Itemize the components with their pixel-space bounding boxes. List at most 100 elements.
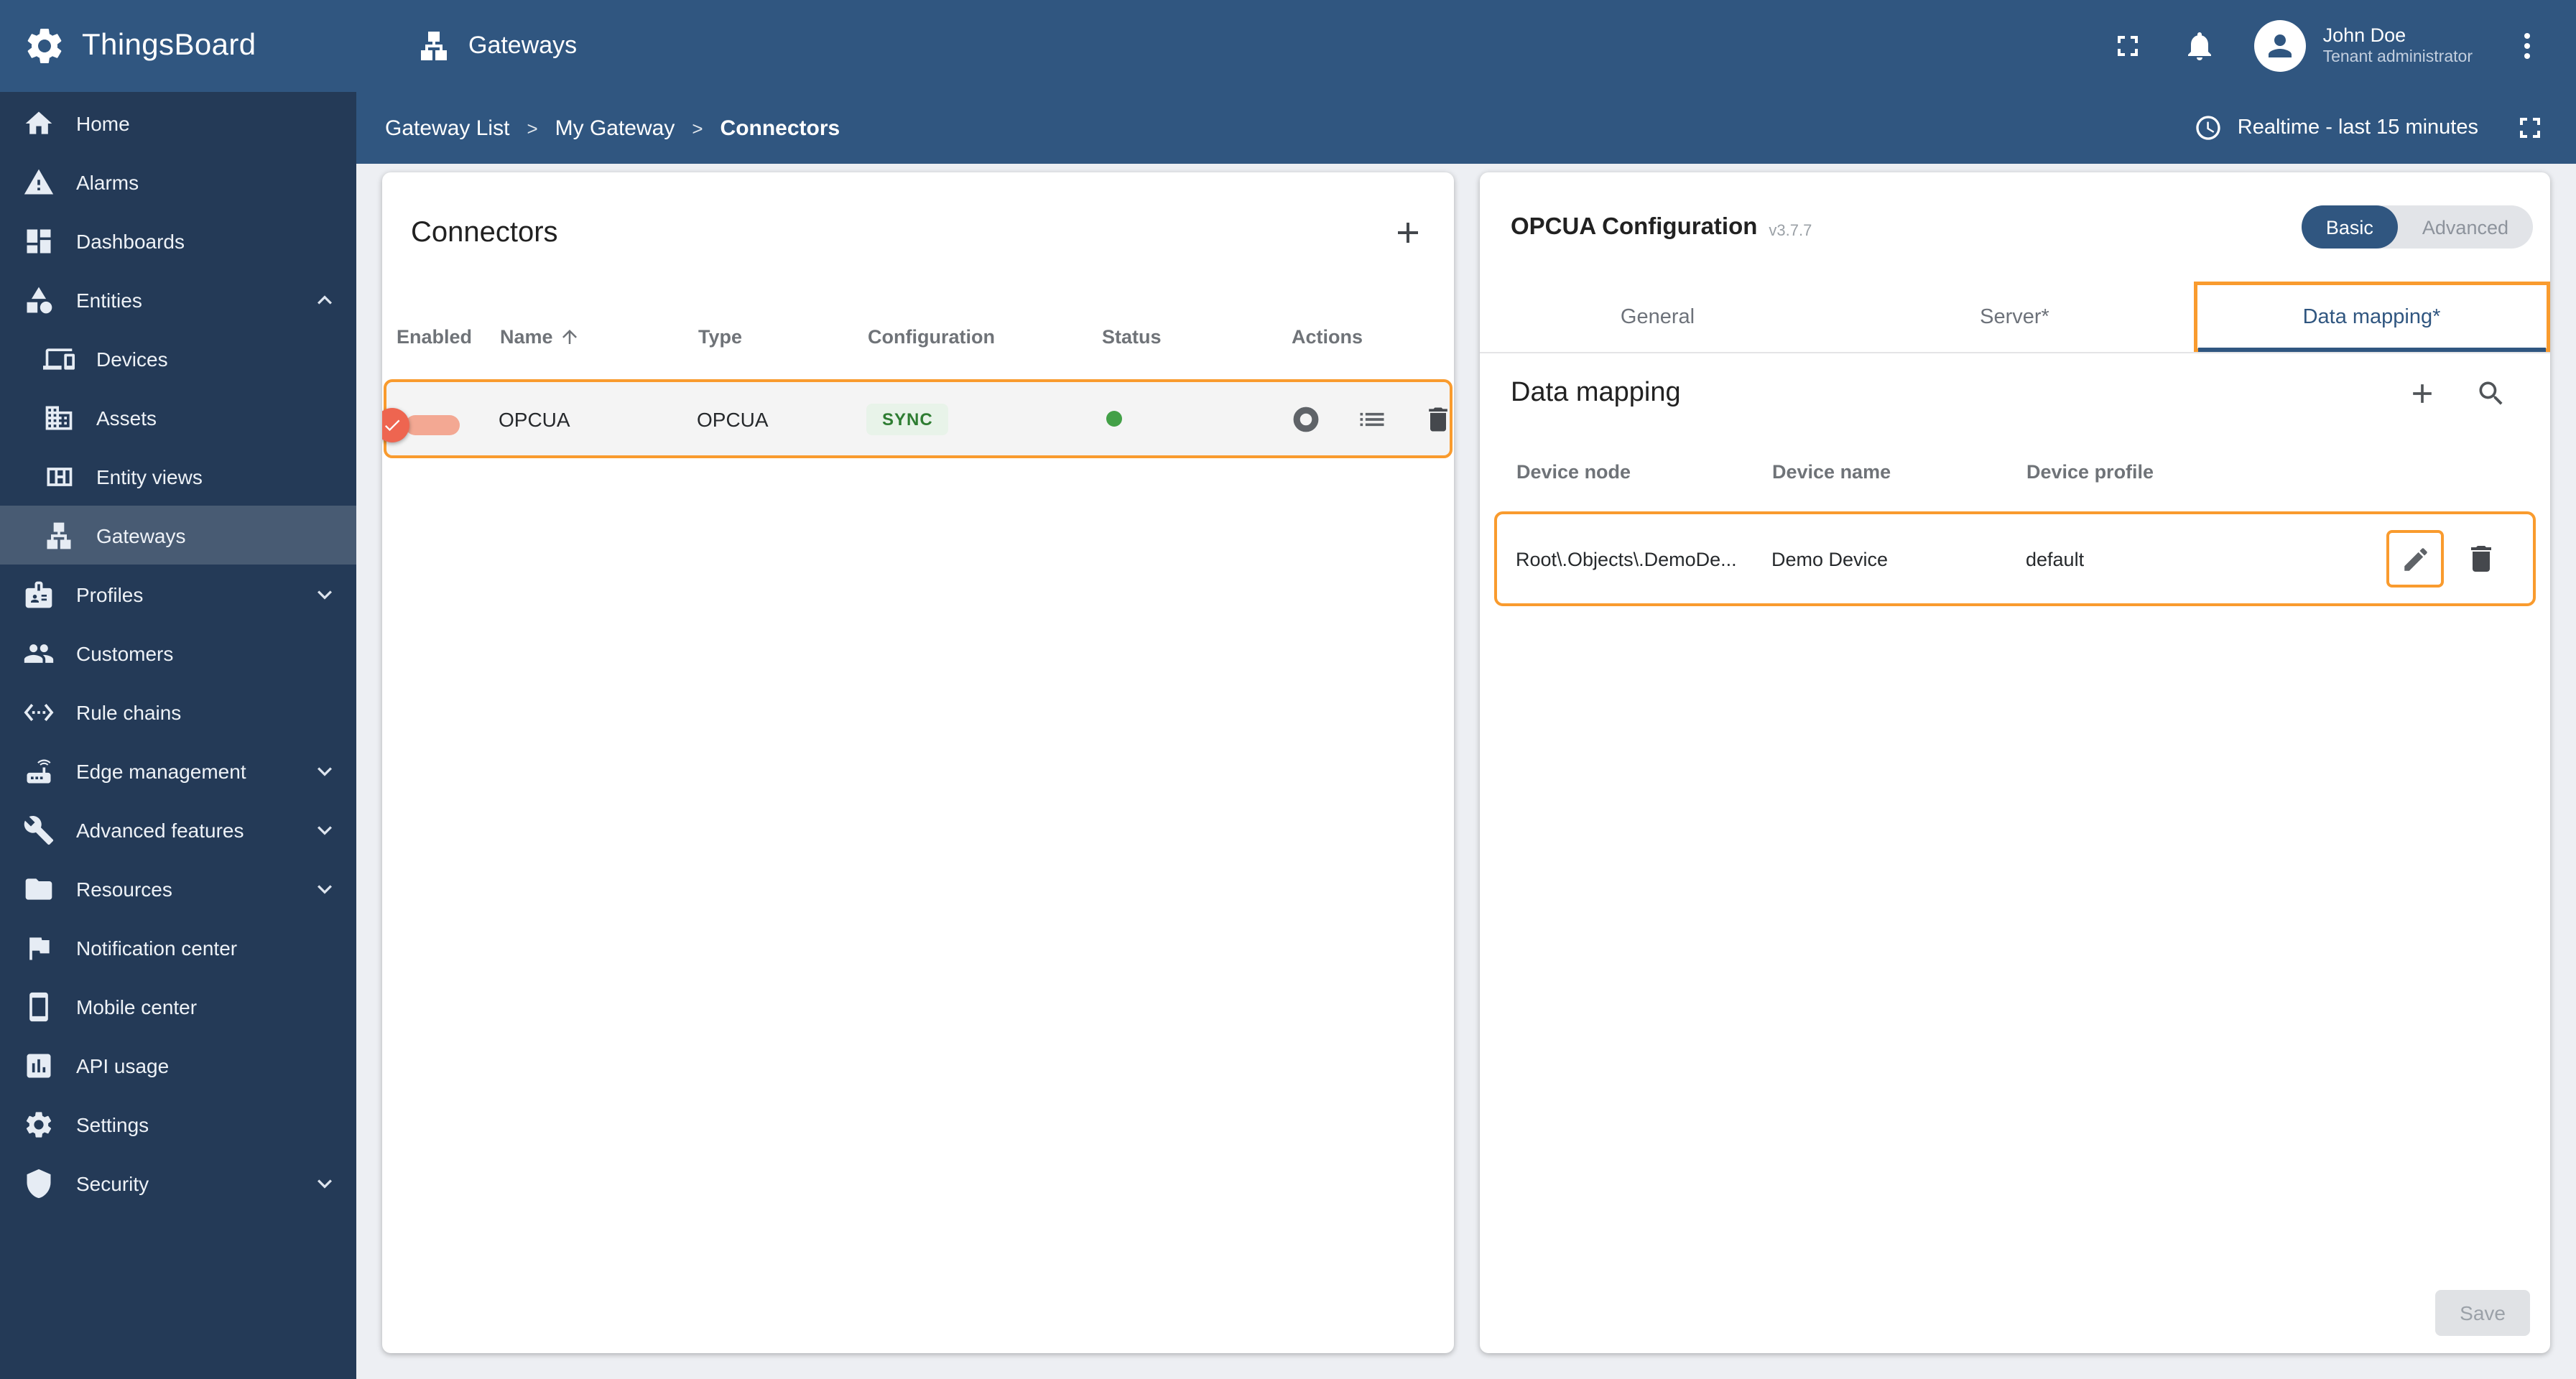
toggle-knob — [382, 407, 409, 442]
sidebar-item-dashboards[interactable]: Dashboards — [0, 211, 356, 270]
chevron-up-icon — [310, 285, 339, 314]
sidebar-item-advanced-features[interactable]: Advanced features — [0, 800, 356, 859]
top-header: ThingsBoard Gateways John Doe Tenant adm… — [0, 0, 2576, 92]
breadcrumb-my-gateway[interactable]: My Gateway — [555, 116, 675, 140]
expand-fullscreen-icon[interactable] — [2513, 111, 2547, 145]
mobile-center-icon — [23, 990, 55, 1022]
column-device-profile: Device profile — [2026, 460, 2154, 482]
notifications-bell-icon[interactable] — [2182, 29, 2217, 63]
column-device-node: Device node — [1516, 460, 1631, 482]
sidebar-item-notification-center[interactable]: Notification center — [0, 918, 356, 977]
app-logo[interactable]: ThingsBoard — [0, 24, 356, 68]
sidebar-item-alarms[interactable]: Alarms — [0, 152, 356, 211]
more-menu-icon[interactable] — [2510, 29, 2544, 63]
opcua-configuration-panel: OPCUA Configuration v3.7.7 Basic Advance… — [1479, 172, 2550, 1353]
connector-row-opcua[interactable]: OPCUA OPCUA SYNC — [382, 379, 1453, 458]
realtime-range-label: Realtime - last 15 minutes — [2237, 116, 2478, 139]
mode-advanced-button[interactable]: Advanced — [2398, 205, 2533, 249]
connectors-panel: Connectors Enabled Name Type Configurati… — [382, 172, 1453, 1353]
chevron-down-icon — [310, 580, 339, 608]
sidebar-item-home[interactable]: Home — [0, 93, 356, 152]
rpc-icon[interactable] — [1290, 403, 1322, 435]
connector-type: OPCUA — [697, 407, 769, 430]
resources-icon — [23, 873, 55, 904]
breadcrumb: Gateway List > My Gateway > Connectors R… — [356, 92, 2576, 164]
user-info[interactable]: John Doe Tenant administrator — [2323, 23, 2473, 70]
mapping-table-header: Device node Device name Device profile — [1479, 434, 2550, 509]
sidebar-item-assets[interactable]: Assets — [0, 388, 356, 447]
sidebar-item-settings[interactable]: Settings — [0, 1095, 356, 1153]
advanced-features-icon — [23, 814, 55, 845]
sidebar-item-entity-views[interactable]: Entity views — [0, 447, 356, 506]
app-name: ThingsBoard — [82, 29, 256, 62]
sidebar-item-gateways[interactable]: Gateways — [0, 506, 356, 565]
sidebar-item-profiles[interactable]: Profiles — [0, 565, 356, 623]
delete-mapping-icon[interactable] — [2464, 542, 2498, 576]
topbar-actions: John Doe Tenant administrator — [2111, 20, 2576, 72]
devices-icon — [43, 343, 75, 374]
avatar[interactable] — [2253, 20, 2306, 72]
chevron-down-icon — [310, 815, 339, 844]
page-title-label: Gateways — [468, 32, 578, 59]
sidebar-item-mobile-center[interactable]: Mobile center — [0, 977, 356, 1036]
dashboards-icon — [23, 225, 55, 256]
user-role: Tenant administrator — [2322, 49, 2473, 67]
rule-chains-icon — [23, 696, 55, 728]
device-name-value: Demo Device — [1771, 548, 1889, 570]
fullscreen-icon[interactable] — [2111, 29, 2145, 63]
tab-data-mapping[interactable]: Data mapping* — [2193, 282, 2550, 352]
tab-general[interactable]: General — [1479, 282, 1836, 352]
sidebar-item-entities[interactable]: Entities — [0, 270, 356, 329]
chevron-down-icon — [310, 1169, 339, 1197]
sidebar-item-edge-management[interactable]: Edge management — [0, 741, 356, 800]
gateways-header-icon — [417, 29, 451, 63]
sidebar-item-security[interactable]: Security — [0, 1153, 356, 1212]
logs-icon[interactable] — [1356, 403, 1388, 435]
delete-connector-icon[interactable] — [1422, 403, 1453, 435]
column-status: Status — [1102, 325, 1162, 347]
tab-server[interactable]: Server* — [1836, 282, 2193, 352]
page-title: Gateways — [417, 29, 577, 63]
connector-name: OPCUA — [499, 407, 570, 430]
entities-icon — [23, 284, 55, 315]
mode-toggle: Basic Advanced — [2301, 205, 2533, 249]
app-window: ThingsBoard Gateways John Doe Tenant adm… — [0, 0, 2576, 1379]
mapping-actions — [2386, 530, 2533, 588]
column-configuration: Configuration — [868, 325, 995, 347]
pencil-icon — [2400, 544, 2430, 574]
configuration-tabs: General Server* Data mapping* — [1479, 282, 2550, 353]
device-node-value: Root\.Objects\.DemoDe... — [1516, 548, 1737, 570]
sidebar-item-resources[interactable]: Resources — [0, 859, 356, 918]
sync-badge: SYNC — [866, 403, 949, 435]
edit-mapping-button[interactable] — [2386, 530, 2444, 588]
timewindow-selector[interactable]: Realtime - last 15 minutes — [2195, 111, 2547, 145]
add-connector-icon[interactable] — [1390, 215, 1424, 250]
assets-icon — [43, 401, 75, 433]
profiles-icon — [23, 578, 55, 610]
edge-management-icon — [23, 755, 55, 786]
sidebar-item-customers[interactable]: Customers — [0, 623, 356, 682]
user-name: John Doe — [2322, 24, 2406, 46]
search-icon[interactable] — [2475, 378, 2507, 409]
breadcrumb-connectors: Connectors — [720, 116, 840, 140]
sidebar-item-api-usage[interactable]: API usage — [0, 1036, 356, 1095]
gateways-icon — [43, 519, 75, 551]
notification-center-icon — [23, 932, 55, 963]
home-icon — [23, 107, 55, 139]
mode-basic-button[interactable]: Basic — [2301, 205, 2398, 249]
save-button[interactable]: Save — [2435, 1290, 2530, 1336]
sidebar-item-devices[interactable]: Devices — [0, 329, 356, 388]
entity-views-icon — [43, 460, 75, 492]
security-icon — [23, 1167, 55, 1199]
column-enabled: Enabled — [397, 325, 473, 347]
sidebar: Home Alarms Dashboards Entities Devices — [0, 92, 356, 1379]
column-name[interactable]: Name — [500, 325, 698, 347]
connectors-table-header: Enabled Name Type Configuration Status A… — [382, 293, 1453, 379]
device-profile-value: default — [2026, 548, 2085, 570]
column-type: Type — [698, 325, 743, 347]
breadcrumb-gateway-list[interactable]: Gateway List — [385, 116, 509, 140]
mapping-row[interactable]: Root\.Objects\.DemoDe... Demo Device def… — [1493, 511, 2536, 606]
sidebar-item-rule-chains[interactable]: Rule chains — [0, 682, 356, 741]
add-mapping-icon[interactable] — [2406, 378, 2438, 409]
sort-ascending-icon — [559, 325, 580, 347]
